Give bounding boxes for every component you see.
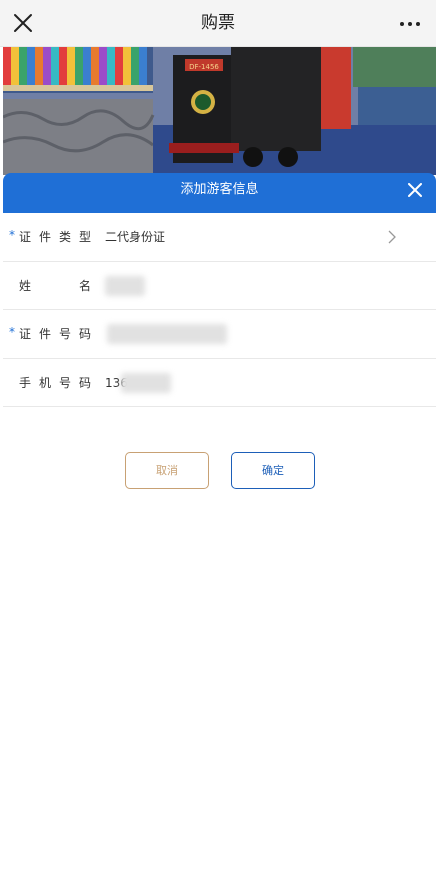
train-number-plate: DF-1456 bbox=[189, 63, 219, 71]
modal-header: 添加游客信息 bbox=[3, 173, 436, 213]
required-mark: * bbox=[9, 325, 15, 339]
close-icon[interactable] bbox=[408, 183, 422, 197]
id-number-row[interactable]: * 证 件 号 码 bbox=[3, 310, 436, 359]
name-label: 姓 名 bbox=[19, 278, 91, 293]
phone-row[interactable]: 手 机 号 码 136 bbox=[3, 359, 436, 407]
id-number-redacted bbox=[107, 324, 227, 344]
id-type-label: 证 件 类 型 bbox=[19, 230, 91, 244]
more-dots-icon[interactable] bbox=[398, 14, 422, 34]
name-redacted bbox=[105, 275, 145, 296]
phone-label: 手 机 号 码 bbox=[19, 375, 91, 390]
id-number-label: 证 件 号 码 bbox=[19, 327, 91, 341]
required-mark: * bbox=[9, 228, 15, 242]
phone-redacted bbox=[121, 372, 171, 393]
app-top-bar: 购票 bbox=[0, 0, 436, 47]
name-row[interactable]: 姓 名 bbox=[3, 262, 436, 310]
page-title: 购票 bbox=[201, 13, 235, 33]
visitor-form: * 证 件 类 型 二代身份证 姓 名 * 证 件 号 码 手 机 号 码 13… bbox=[3, 213, 436, 407]
train-illustration: DF-1456 bbox=[3, 47, 436, 175]
confirm-button[interactable]: 确定 bbox=[231, 452, 315, 489]
id-type-row[interactable]: * 证 件 类 型 二代身份证 bbox=[3, 213, 436, 262]
modal-title: 添加游客信息 bbox=[180, 182, 259, 197]
chevron-right-icon[interactable] bbox=[388, 230, 396, 244]
id-type-value[interactable]: 二代身份证 bbox=[105, 213, 165, 261]
cancel-button[interactable]: 取消 bbox=[125, 452, 209, 489]
banner-image: DF-1456 bbox=[3, 47, 436, 175]
